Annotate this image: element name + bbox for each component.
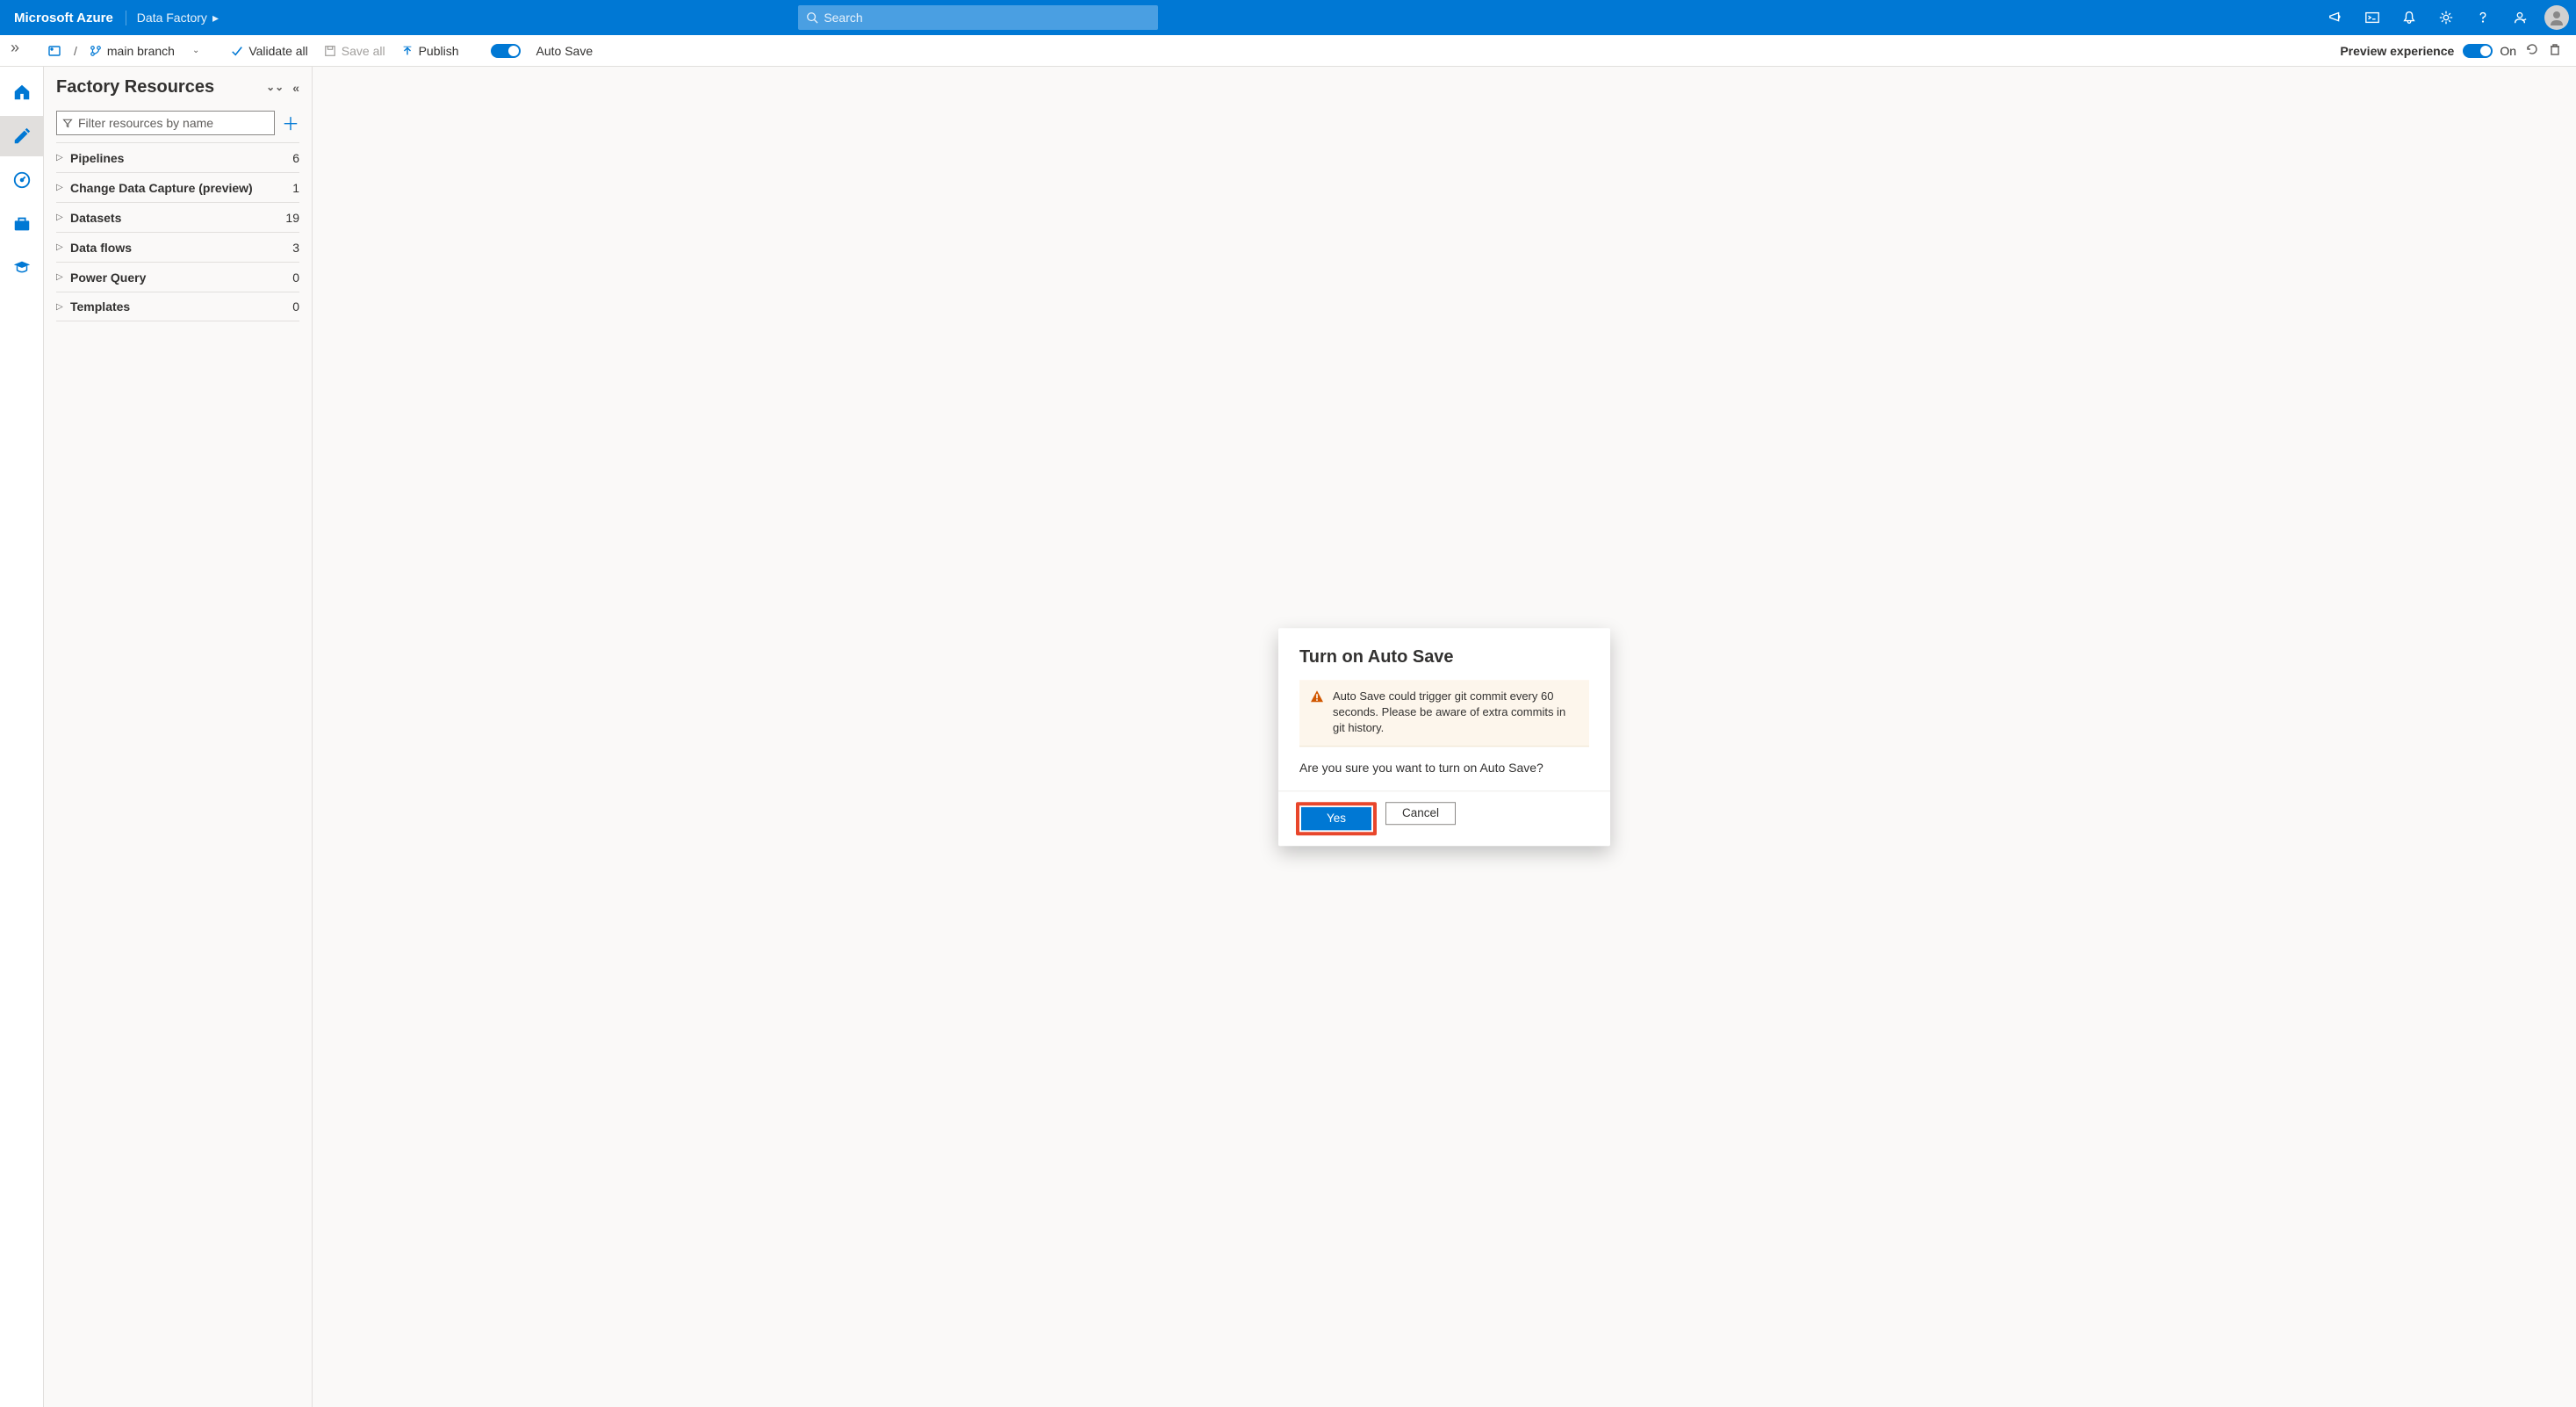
filter-icon (62, 118, 73, 128)
toggle-on-icon (2463, 44, 2493, 58)
factory-resources-panel: Factory Resources ⌄⌄ « ＋ ▷ Pipelines 6 ▷… (44, 67, 313, 1407)
brand-label: Microsoft Azure (14, 11, 126, 25)
tree-count: 6 (292, 151, 299, 165)
global-search-input[interactable] (824, 11, 1157, 25)
tree-count: 3 (292, 241, 299, 255)
tree-item-pipelines[interactable]: ▷ Pipelines 6 (56, 142, 299, 172)
breadcrumb[interactable]: Data Factory ▸ (137, 11, 219, 25)
azure-top-bar: Microsoft Azure Data Factory ▸ (0, 0, 2576, 35)
plus-icon: ＋ (282, 115, 299, 134)
tree-item-templates[interactable]: ▷ Templates 0 (56, 292, 299, 321)
collapse-panel-icon[interactable]: « (292, 81, 299, 95)
validate-all-label: Validate all (248, 44, 307, 58)
publish-label: Publish (419, 44, 459, 58)
save-all-label: Save all (342, 44, 385, 58)
repo-icon-button[interactable] (44, 35, 65, 66)
branch-label: main branch (107, 44, 175, 58)
chevron-right-icon: ▷ (56, 213, 70, 222)
announce-icon[interactable] (2318, 0, 2353, 35)
graduation-cap-icon (12, 258, 32, 278)
home-icon (12, 83, 32, 102)
chevron-right-icon: ▸ (212, 11, 219, 25)
tree-label: Templates (70, 299, 130, 314)
tree-item-cdc[interactable]: ▷ Change Data Capture (preview) 1 (56, 172, 299, 202)
help-icon[interactable] (2465, 0, 2500, 35)
nav-author[interactable] (0, 116, 44, 156)
search-icon (806, 11, 818, 24)
tree-item-powerquery[interactable]: ▷ Power Query 0 (56, 262, 299, 292)
branch-icon (90, 45, 102, 57)
dialog-question: Are you sure you want to turn on Auto Sa… (1299, 761, 1589, 775)
chevron-right-icon: ▷ (56, 272, 70, 282)
warning-triangle-icon (1310, 689, 1324, 737)
autosave-label: Auto Save (536, 44, 594, 58)
tree-count: 0 (292, 299, 299, 314)
branch-picker[interactable]: main branch ⌄ (86, 35, 203, 66)
chevron-down-icon: ⌄ (192, 46, 199, 55)
autosave-dialog: Turn on Auto Save Auto Save could trigge… (1278, 628, 1610, 846)
tree-label: Data flows (70, 241, 132, 255)
user-avatar[interactable] (2544, 5, 2569, 30)
preview-toggle[interactable]: On (2463, 44, 2516, 58)
authoring-toolbar: » / main branch ⌄ Validate all Save all … (0, 35, 2576, 67)
console-icon[interactable] (2355, 0, 2390, 35)
topbar-right-icons (2318, 0, 2569, 35)
notifications-icon[interactable] (2392, 0, 2427, 35)
tree-item-datasets[interactable]: ▷ Datasets 19 (56, 202, 299, 232)
autosave-toggle[interactable]: Auto Save (487, 35, 597, 66)
preview-experience-label: Preview experience (2340, 44, 2454, 58)
global-search[interactable] (798, 5, 1158, 30)
publish-icon (401, 45, 414, 57)
tree-item-dataflows[interactable]: ▷ Data flows 3 (56, 232, 299, 262)
delete-icon[interactable] (2548, 42, 2562, 59)
pencil-icon (12, 126, 32, 146)
collapse-all-icon[interactable]: ⌄⌄ (266, 81, 284, 95)
tree-count: 1 (292, 181, 299, 195)
toggle-on-icon (491, 44, 521, 58)
settings-icon[interactable] (2428, 0, 2464, 35)
left-nav (0, 67, 44, 1407)
feedback-icon[interactable] (2502, 0, 2537, 35)
nav-manage[interactable] (0, 204, 44, 244)
repo-icon (47, 44, 61, 58)
filter-resources-input-wrap[interactable] (56, 111, 275, 135)
expand-chevrons-icon[interactable]: » (11, 39, 19, 57)
tree-count: 19 (285, 211, 299, 225)
breadcrumb-text: Data Factory (137, 11, 207, 25)
tree-label: Pipelines (70, 151, 124, 165)
dialog-title: Turn on Auto Save (1299, 647, 1589, 667)
tree-label: Power Query (70, 271, 146, 285)
tree-label: Change Data Capture (preview) (70, 181, 253, 195)
filter-resources-input[interactable] (78, 116, 269, 130)
chevron-right-icon: ▷ (56, 183, 70, 192)
publish-button[interactable]: Publish (398, 35, 463, 66)
panel-title: Factory Resources (56, 77, 214, 97)
save-icon (324, 45, 336, 57)
dialog-warning: Auto Save could trigger git commit every… (1299, 680, 1589, 747)
gauge-icon (12, 170, 32, 190)
yes-button-highlight: Yes (1296, 802, 1377, 835)
toolbox-icon (12, 214, 32, 234)
checkmark-icon (231, 45, 243, 57)
save-all-button[interactable]: Save all (320, 35, 389, 66)
dialog-warning-text: Auto Save could trigger git commit every… (1333, 689, 1579, 737)
chevron-right-icon: ▷ (56, 242, 70, 252)
refresh-icon[interactable] (2525, 42, 2539, 59)
nav-learn[interactable] (0, 248, 44, 288)
cancel-button[interactable]: Cancel (1385, 802, 1456, 825)
yes-button[interactable]: Yes (1301, 807, 1371, 830)
nav-monitor[interactable] (0, 160, 44, 200)
path-separator: / (74, 44, 77, 58)
validate-all-button[interactable]: Validate all (227, 35, 311, 66)
main-canvas: item Use the resource explorer to select… (313, 67, 2576, 1407)
chevron-right-icon: ▷ (56, 153, 70, 162)
tree-count: 0 (292, 271, 299, 285)
preview-state-label: On (2500, 44, 2516, 58)
nav-home[interactable] (0, 72, 44, 112)
tree-label: Datasets (70, 211, 121, 225)
chevron-right-icon: ▷ (56, 302, 70, 312)
add-resource-button[interactable]: ＋ (282, 110, 299, 135)
